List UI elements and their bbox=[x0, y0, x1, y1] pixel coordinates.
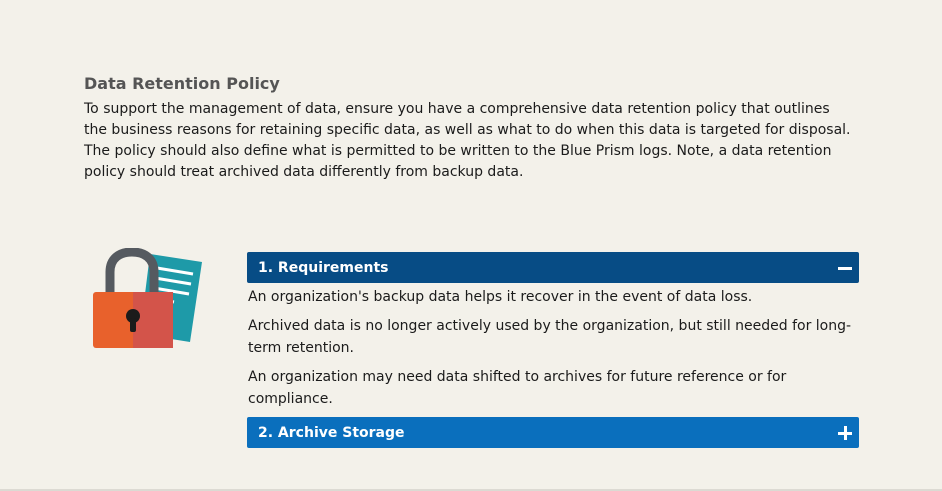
accordion-panel-requirements: An organization's backup data helps it r… bbox=[247, 283, 859, 410]
accordion: 1. Requirements An organization's backup… bbox=[247, 252, 859, 448]
accordion-header-title: 1. Requirements bbox=[258, 259, 389, 276]
plus-icon[interactable] bbox=[837, 425, 853, 441]
intro-section: Data Retention Policy To support the man… bbox=[84, 74, 854, 183]
security-illustration bbox=[90, 247, 210, 352]
panel-paragraph: Archived data is no longer actively used… bbox=[248, 318, 852, 356]
minus-icon[interactable] bbox=[837, 260, 853, 276]
intro-paragraph: To support the management of data, ensur… bbox=[84, 101, 851, 180]
panel-paragraph: An organization may need data shifted to… bbox=[248, 369, 787, 407]
accordion-header-archive-storage[interactable]: 2. Archive Storage bbox=[247, 417, 859, 448]
accordion-header-title: 2. Archive Storage bbox=[258, 424, 405, 441]
panel-paragraph: An organization's backup data helps it r… bbox=[248, 289, 753, 305]
section-title: Data Retention Policy bbox=[84, 74, 280, 93]
accordion-header-requirements[interactable]: 1. Requirements bbox=[247, 252, 859, 283]
